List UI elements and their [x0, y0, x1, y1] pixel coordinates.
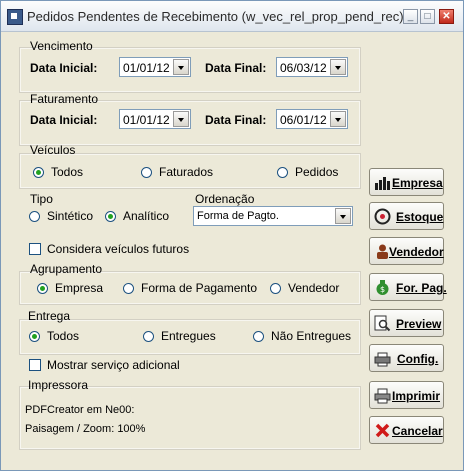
agrupamento-vendedor-radio[interactable]	[270, 283, 281, 294]
veiculos-faturados-radio[interactable]	[141, 167, 152, 178]
faturamento-label: Faturamento	[30, 92, 99, 106]
futuros-checkbox[interactable]	[29, 243, 41, 255]
empresa-button[interactable]: Empresa	[369, 168, 444, 196]
preview-button[interactable]: Preview	[369, 309, 444, 337]
agrupamento-label: Agrupamento	[30, 262, 103, 276]
tipo-label: Tipo	[30, 192, 53, 206]
entrega-nao-entregues-label[interactable]: Não Entregues	[271, 329, 351, 343]
svg-text:$: $	[380, 285, 385, 294]
printer-settings-icon	[374, 352, 391, 367]
entrega-todos-radio[interactable]	[29, 331, 40, 342]
servico-adicional-label[interactable]: Mostrar serviço adicional	[47, 358, 180, 372]
printer-name: PDFCreator em Ne00:	[25, 404, 135, 416]
veiculos-faturados-label[interactable]: Faturados	[159, 165, 213, 179]
entrega-entregues-radio[interactable]	[143, 331, 154, 342]
agrupamento-forma-pagamento-radio[interactable]	[123, 283, 134, 294]
impressora-group	[19, 386, 361, 450]
entrega-entregues-label[interactable]: Entregues	[161, 329, 216, 343]
chart-icon	[375, 177, 390, 190]
cancelar-button[interactable]: Cancelar	[369, 416, 444, 444]
entrega-todos-label[interactable]: Todos	[47, 329, 79, 343]
agrupamento-forma-pagamento-label[interactable]: Forma de Pagamento	[141, 281, 257, 295]
forma-pagamento-button-label: For. Pag.	[396, 281, 447, 295]
config-button-label: Config.	[397, 352, 439, 366]
fat-data-final-label: Data Final:	[205, 113, 267, 127]
tipo-analitico-radio[interactable]	[105, 211, 116, 222]
cancel-x-icon	[375, 423, 390, 438]
ordenacao-value: Forma de Pagto.	[197, 210, 279, 222]
tipo-analitico-label[interactable]: Analítico	[123, 209, 169, 223]
fat-data-inicial-field[interactable]: 01/01/12	[119, 109, 191, 129]
vencimento-label: Vencimento	[30, 39, 93, 53]
veiculos-todos-label[interactable]: Todos	[51, 165, 83, 179]
entrega-label: Entrega	[28, 309, 71, 323]
servico-adicional-checkbox[interactable]	[29, 359, 41, 371]
fat-data-inicial-label: Data Inicial:	[30, 113, 98, 127]
magnifier-icon	[374, 315, 391, 332]
imprimir-button[interactable]: Imprimir	[369, 381, 444, 409]
chevron-down-icon[interactable]	[330, 59, 346, 75]
vendedor-button[interactable]: Vendedor	[369, 237, 444, 265]
ordenacao-label: Ordenação	[195, 192, 255, 206]
maximize-button[interactable]: □	[420, 9, 435, 24]
empresa-button-label: Empresa	[392, 176, 443, 190]
entrega-nao-entregues-radio[interactable]	[253, 331, 264, 342]
chevron-down-icon[interactable]	[173, 111, 189, 127]
impressora-label: Impressora	[28, 378, 89, 392]
tipo-sintetico-label[interactable]: Sintético	[47, 209, 93, 223]
veiculos-pedidos-radio[interactable]	[277, 167, 288, 178]
client-area: Vencimento Data Inicial: 01/01/12 Data F…	[2, 32, 462, 470]
title-bar[interactable]: Pedidos Pendentes de Recebimento (w_vec_…	[1, 1, 463, 32]
chevron-down-icon[interactable]	[330, 111, 346, 127]
config-button[interactable]: Config.	[369, 344, 444, 372]
veiculos-label: Veículos	[30, 143, 76, 157]
venc-data-inicial-value: 01/01/12	[123, 61, 170, 75]
imprimir-button-label: Imprimir	[392, 389, 441, 403]
venc-data-inicial-label: Data Inicial:	[30, 61, 98, 75]
chevron-down-icon[interactable]	[173, 59, 189, 75]
veiculos-todos-radio[interactable]	[33, 167, 44, 178]
tipo-sintetico-radio[interactable]	[29, 211, 40, 222]
forma-pagamento-button[interactable]: $ For. Pag.	[369, 273, 447, 301]
venc-data-inicial-field[interactable]: 01/01/12	[119, 57, 191, 77]
report-window: Pedidos Pendentes de Recebimento (w_vec_…	[0, 0, 464, 471]
fat-data-inicial-value: 01/01/12	[123, 113, 170, 127]
window-title: Pedidos Pendentes de Recebimento (w_vec_…	[27, 9, 404, 24]
agrupamento-vendedor-label[interactable]: Vendedor	[288, 281, 339, 295]
veiculos-pedidos-label[interactable]: Pedidos	[295, 165, 338, 179]
steering-wheel-icon	[374, 208, 391, 225]
preview-button-label: Preview	[396, 317, 442, 331]
app-icon	[7, 9, 23, 25]
venc-data-final-label: Data Final:	[205, 61, 267, 75]
estoque-button-label: Estoque	[396, 210, 444, 224]
printer-layout: Paisagem / Zoom: 100%	[25, 423, 146, 435]
fat-data-final-field[interactable]: 06/01/12	[276, 109, 348, 129]
venc-data-final-value: 06/03/12	[280, 61, 327, 75]
cancelar-button-label: Cancelar	[392, 424, 443, 438]
vendedor-button-label: Vendedor	[389, 245, 444, 259]
close-button[interactable]: ✕	[439, 9, 454, 24]
venc-data-final-field[interactable]: 06/03/12	[276, 57, 348, 77]
estoque-button[interactable]: Estoque	[369, 202, 444, 230]
minimize-button[interactable]: _	[403, 9, 418, 24]
futuros-label[interactable]: Considera veículos futuros	[47, 242, 189, 256]
agrupamento-empresa-radio[interactable]	[37, 283, 48, 294]
agrupamento-empresa-label[interactable]: Empresa	[55, 281, 103, 295]
chevron-down-icon[interactable]	[335, 208, 351, 224]
ordenacao-select[interactable]: Forma de Pagto.	[193, 206, 353, 226]
fat-data-final-value: 06/01/12	[280, 113, 327, 127]
printer-icon	[374, 388, 391, 404]
money-bag-icon: $	[376, 280, 389, 295]
